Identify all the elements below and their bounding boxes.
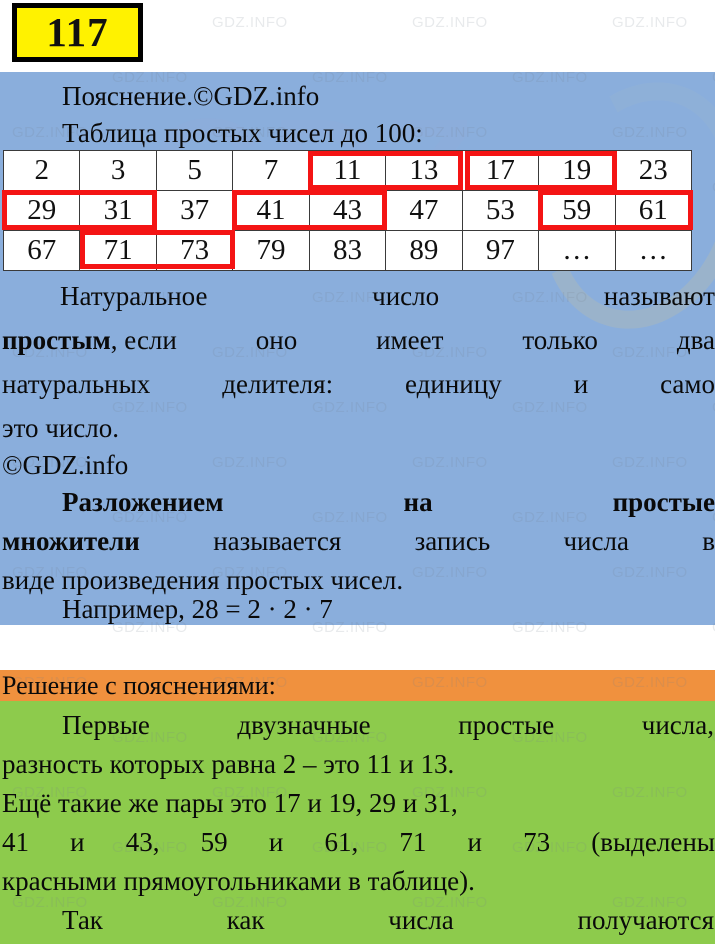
explanation-heading: Пояснение.©GDZ.info bbox=[62, 81, 320, 111]
table-cell: 2 bbox=[2, 150, 81, 191]
table-cell: 83 bbox=[308, 230, 387, 271]
text-fragment: оно bbox=[255, 325, 298, 355]
text-fragment: и bbox=[268, 827, 284, 857]
text-fragment: и bbox=[70, 827, 85, 857]
text-fragment: 41 bbox=[2, 827, 29, 857]
table-cell: 47 bbox=[385, 190, 463, 231]
paragraph2-line3: виде произведения простых чисел. bbox=[2, 565, 404, 595]
table-cell: 13 bbox=[385, 150, 463, 191]
text-fragment: и bbox=[573, 369, 589, 399]
table-cell: 17 bbox=[461, 150, 540, 191]
paragraph2-line2: множители называется запись числа в bbox=[2, 528, 715, 555]
text-fragment: как bbox=[226, 905, 265, 935]
table-cell: 67 bbox=[2, 230, 81, 271]
page-content: Пояснение.©GDZ.info Таблица простых чисе… bbox=[0, 0, 715, 944]
table-cell: 7 bbox=[232, 150, 310, 191]
solution-line6: Так как числа получаются bbox=[62, 907, 714, 934]
text-fragment: имеет bbox=[376, 325, 444, 355]
text-fragment: запись bbox=[414, 526, 491, 556]
bold-term-na: на bbox=[403, 487, 433, 517]
text-fragment: только bbox=[522, 325, 598, 355]
table-cell: 29 bbox=[2, 190, 81, 231]
text-fragment: числа, bbox=[641, 710, 714, 740]
solution-header: Решение с пояснениями: bbox=[2, 671, 276, 700]
bold-term-prostym: простым bbox=[2, 325, 111, 355]
text-fragment: единицу bbox=[405, 369, 502, 399]
table-cell: … bbox=[614, 230, 692, 271]
solution-line1: Первые двузначные простые числа, bbox=[62, 712, 714, 739]
table-row: 2 3 5 7 11 13 17 19 23 bbox=[2, 150, 692, 191]
table-cell: 23 bbox=[614, 150, 692, 191]
text-fragment: натуральных bbox=[2, 369, 151, 399]
bold-term-prostye: простые bbox=[612, 487, 715, 517]
paragraph1-line4: это число. bbox=[2, 413, 120, 443]
text-fragment: 59 bbox=[200, 827, 228, 857]
text-fragment: и bbox=[467, 827, 482, 857]
text-fragment: получаются bbox=[577, 905, 714, 935]
text-fragment: 43, bbox=[125, 827, 160, 857]
solution-line3: Ещё такие же пары это 17 и 19, 29 и 31, bbox=[2, 788, 458, 818]
text-fragment: называют bbox=[603, 281, 715, 311]
table-cell: 79 bbox=[232, 230, 310, 271]
solution-line2: разность которых равна 2 – это 11 и 13. bbox=[2, 749, 455, 779]
table-cell: 5 bbox=[155, 150, 234, 191]
text-fragment: числа bbox=[388, 905, 454, 935]
table-cell: 37 bbox=[155, 190, 234, 231]
table-cell: 89 bbox=[385, 230, 463, 271]
text-fragment: Так bbox=[62, 905, 103, 935]
paragraph1-line2: простым, если оно имеет только два bbox=[2, 327, 715, 354]
paragraph1-line1: Натуральное число называют bbox=[60, 283, 715, 310]
table-cell: 41 bbox=[232, 190, 310, 231]
text-fragment: 61, bbox=[324, 827, 359, 857]
paragraph1-line3: натуральных делителя: единицу и само bbox=[2, 371, 715, 398]
solution-line4: 41 и 43, 59 и 61, 71 и 73 (выделены bbox=[2, 829, 715, 856]
table-cell: 59 bbox=[538, 190, 616, 231]
table-cell: 31 bbox=[79, 190, 157, 231]
table-row: 67 71 73 79 83 89 97 … … bbox=[2, 230, 692, 271]
table-cell: 11 bbox=[308, 150, 387, 191]
table-caption: Таблица простых чисел до 100: bbox=[62, 118, 423, 148]
table-cell: 53 bbox=[461, 190, 540, 231]
table-cell: 73 bbox=[155, 230, 234, 271]
table-cell: 3 bbox=[79, 150, 157, 191]
text-fragment: делителя: bbox=[222, 369, 334, 399]
text-fragment: само bbox=[660, 369, 715, 399]
bold-term-razlozheniem: Разложением bbox=[62, 487, 224, 517]
text-fragment: два bbox=[676, 325, 715, 355]
text-fragment: (выделены bbox=[591, 827, 715, 857]
credit-line: ©GDZ.info bbox=[2, 450, 129, 480]
exercise-number: 117 bbox=[46, 9, 109, 55]
text-fragment: простые bbox=[458, 710, 555, 740]
table-row: 29 31 37 41 43 47 53 59 61 bbox=[2, 190, 692, 231]
table-cell: 61 bbox=[614, 190, 692, 231]
table-cell: 43 bbox=[308, 190, 387, 231]
text-fragment: , если bbox=[110, 325, 177, 355]
text-fragment: Натуральное bbox=[60, 281, 208, 311]
table-cell: 71 bbox=[79, 230, 157, 271]
paragraph2-line1: Разложением на простые bbox=[62, 489, 715, 516]
text-fragment: 73 bbox=[523, 827, 551, 857]
bold-term-mnozhiteli: множители bbox=[2, 526, 140, 556]
example-line: Например, 28 = 2 · 2 · 7 bbox=[62, 594, 333, 624]
text-fragment: Первые bbox=[62, 710, 150, 740]
text-fragment: число bbox=[372, 281, 440, 311]
solution-line5: красными прямоугольниками в таблице). bbox=[2, 866, 475, 896]
text-fragment: в bbox=[702, 526, 715, 556]
table-cell: … bbox=[538, 230, 616, 271]
text-fragment: двузначные bbox=[237, 710, 371, 740]
text-fragment: числа bbox=[563, 526, 629, 556]
primes-table: 2 3 5 7 11 13 17 19 23 29 31 37 41 43 47… bbox=[2, 150, 692, 271]
table-cell: 19 bbox=[538, 150, 616, 191]
text-fragment: 71 bbox=[399, 827, 427, 857]
table-cell: 97 bbox=[461, 230, 540, 271]
exercise-number-badge: 117 bbox=[12, 3, 143, 62]
text-fragment: называется bbox=[213, 526, 342, 556]
